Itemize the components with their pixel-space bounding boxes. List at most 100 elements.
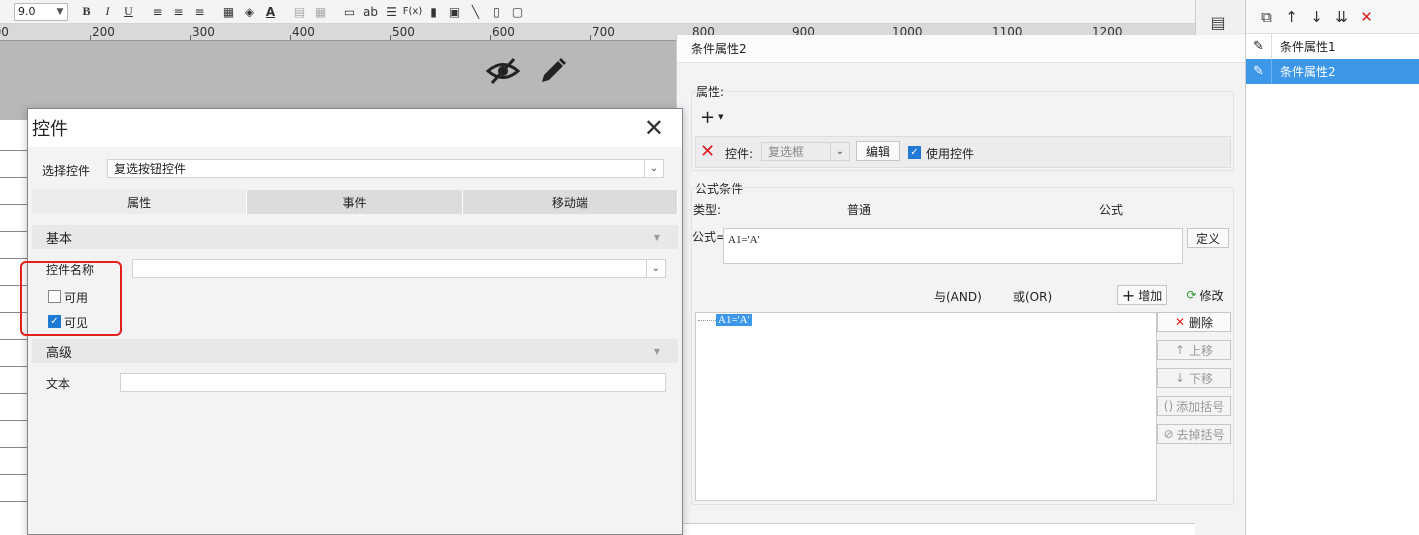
logic-or-label: 或(OR)	[1013, 290, 1053, 304]
basic-section-label: 基本	[46, 231, 73, 247]
arrow-down-icon: ↓	[1174, 371, 1186, 385]
modify-button[interactable]: ⟳ 修改	[1181, 285, 1229, 305]
use-control-label: 使用控件	[926, 147, 975, 161]
delete-label: 删除	[1189, 315, 1214, 330]
ruler-label: 100	[0, 25, 9, 39]
chevron-down-icon: ⌄	[830, 143, 849, 160]
formula-button[interactable]: F(x)	[403, 2, 422, 22]
bold-button[interactable]: B	[77, 2, 96, 22]
align-left-icon[interactable]: ≡	[148, 2, 167, 22]
collapse-icon: ▼	[653, 346, 660, 356]
formula-label: 公式=	[692, 230, 727, 244]
image-icon[interactable]: ▣	[445, 2, 464, 22]
modify-label: 修改	[1199, 288, 1224, 303]
tab-events[interactable]: 事件	[247, 190, 463, 214]
text-field[interactable]	[120, 373, 666, 392]
condition-list-panel: ⧉ ↑ ↓ ⇊ ✕ ✎ 条件属性1 ✎ 条件属性2	[1245, 0, 1419, 535]
advanced-section-header[interactable]: 高级 ▼	[32, 339, 678, 363]
define-button[interactable]: 定义	[1187, 228, 1229, 248]
ruler-label: 400	[292, 25, 315, 39]
remove-attribute-icon[interactable]: ✕	[700, 141, 715, 162]
use-control-checkbox[interactable]: ✓	[908, 146, 921, 159]
text-label: 文本	[46, 377, 71, 391]
control-dialog: 控件 ✕ 选择控件 复选按钮控件 ⌄ 属性 事件 移动端 基本 ▼ 控件名称 ⌄…	[27, 108, 683, 535]
condition-item-label: 条件属性2	[1280, 65, 1336, 79]
type-normal-label: 普通	[847, 203, 872, 217]
paragraph-icon[interactable]: ☰	[382, 2, 401, 22]
copy-icon[interactable]: ⧉	[1254, 7, 1279, 27]
ruler-label: 600	[492, 25, 515, 39]
move-up-button[interactable]: ↑ 上移	[1157, 340, 1231, 360]
formula-input[interactable]: A1='A'	[723, 228, 1183, 264]
sheet-bottom-strip	[683, 523, 1195, 535]
select-control-label: 选择控件	[42, 164, 91, 178]
split-cells-icon[interactable]: ▦	[311, 2, 330, 22]
arrow-down-icon[interactable]: ↓	[1304, 7, 1329, 27]
remove-bracket-button[interactable]: ⊘ 去掉括号	[1157, 424, 1231, 444]
font-size-select[interactable]: 9.0 ▼	[14, 2, 68, 21]
advanced-section-label: 高级	[46, 345, 73, 361]
fill-color-icon[interactable]: ◈	[240, 2, 259, 22]
close-icon[interactable]: ✕	[644, 114, 664, 142]
delete-condition-button[interactable]: ✕ 删除	[1157, 312, 1231, 332]
condition-attribute-icon[interactable]: ▤	[1207, 12, 1229, 32]
formatting-toolbar: 9.0 ▼ B I U ≡ ≡ ≡ ▦ ◈ A ▤ ▦ ▭ ab ☰ F(x) …	[0, 0, 1195, 24]
move-bottom-icon[interactable]: ⇊	[1329, 7, 1354, 27]
control-name-field[interactable]: ⌄	[132, 259, 666, 278]
font-size-value: 9.0	[18, 5, 36, 18]
text-color-button[interactable]: A	[261, 2, 280, 22]
tree-connector	[698, 320, 716, 321]
condition-tree[interactable]: A1='A'	[695, 312, 1157, 501]
chevron-down-icon: ⌄	[644, 160, 663, 177]
ab-text-button[interactable]: ab	[361, 2, 380, 22]
condition-list-item[interactable]: ✎ 条件属性2	[1246, 59, 1419, 84]
select-control-dropdown[interactable]: 复选按钮控件 ⌄	[107, 159, 664, 178]
align-center-icon[interactable]: ≡	[169, 2, 188, 22]
add-condition-button[interactable]: + 增加	[1117, 285, 1167, 305]
modify-icon: ⟳	[1186, 288, 1197, 302]
highlight-annotation-box	[20, 261, 122, 336]
arrow-up-icon: ↑	[1174, 343, 1186, 357]
pencil-icon: ✎	[1246, 34, 1272, 59]
control-type-select[interactable]: 复选框 ⌄	[761, 142, 850, 161]
dialog-title: 控件	[32, 119, 68, 140]
collapse-icon: ▼	[653, 232, 660, 242]
hidden-eye-icon[interactable]	[485, 56, 521, 94]
ruler-label: 300	[192, 25, 215, 39]
condition-list-item[interactable]: ✎ 条件属性1	[1246, 34, 1419, 59]
pencil-icon[interactable]	[538, 56, 568, 89]
chevron-down-icon: ▼	[56, 6, 64, 17]
plus-icon: +	[700, 106, 716, 128]
slash-icon[interactable]: ╲	[466, 2, 485, 22]
chevron-down-icon: ⌄	[646, 260, 665, 277]
border-icon[interactable]: ▦	[219, 2, 238, 22]
bracket-icon: ()	[1163, 399, 1174, 413]
italic-button[interactable]: I	[98, 2, 117, 22]
frame-icon[interactable]: ▢	[508, 2, 527, 22]
remove-bracket-icon: ⊘	[1163, 427, 1174, 441]
add-attribute-button[interactable]: + ▼	[700, 106, 732, 128]
condition-item-label: 条件属性1	[1280, 40, 1336, 54]
chevron-down-icon: ▼	[718, 113, 724, 121]
add-bracket-button[interactable]: () 添加括号	[1157, 396, 1231, 416]
panel-title: 条件属性2	[677, 35, 1245, 63]
underline-button[interactable]: U	[119, 2, 138, 22]
select-control-value: 复选按钮控件	[114, 162, 187, 176]
tab-mobile[interactable]: 移动端	[462, 190, 678, 214]
type-formula-label: 公式	[1099, 203, 1124, 217]
tab-properties[interactable]: 属性	[32, 190, 248, 214]
align-right-icon[interactable]: ≡	[190, 2, 209, 22]
doc-icon[interactable]: ▯	[487, 2, 506, 22]
chart-icon[interactable]: ▮	[424, 2, 443, 22]
merge-cells-icon[interactable]: ▤	[290, 2, 309, 22]
edit-button[interactable]: 编辑	[856, 141, 900, 161]
basic-section-header[interactable]: 基本 ▼	[32, 225, 678, 249]
control-label: 控件:	[725, 147, 754, 161]
arrow-up-icon[interactable]: ↑	[1279, 7, 1304, 27]
condition-tree-item[interactable]: A1='A'	[716, 314, 752, 326]
insert-row-icon[interactable]: ▭	[340, 2, 359, 22]
pencil-icon: ✎	[1246, 59, 1272, 84]
move-down-button[interactable]: ↓ 下移	[1157, 368, 1231, 388]
condition-list-toolbar: ⧉ ↑ ↓ ⇊ ✕	[1246, 0, 1419, 34]
delete-icon[interactable]: ✕	[1354, 7, 1379, 27]
